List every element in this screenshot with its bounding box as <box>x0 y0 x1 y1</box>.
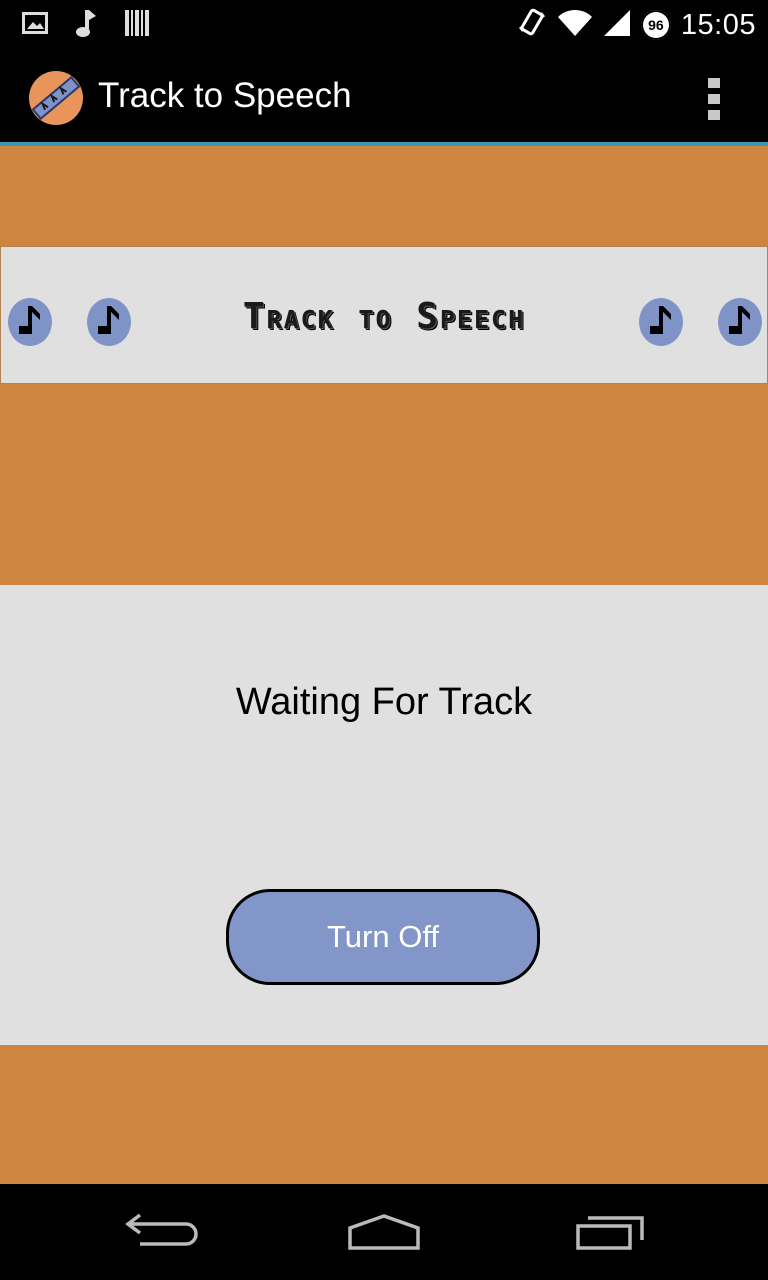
music-note-icon <box>8 298 52 346</box>
back-icon[interactable] <box>120 1212 200 1252</box>
signal-icon <box>603 8 631 43</box>
music-note-icon <box>639 298 683 346</box>
banner: Track to Speech <box>0 246 768 384</box>
action-bar: Track to Speech <box>0 50 768 146</box>
clock: 15:05 <box>680 8 756 41</box>
app-logo-icon[interactable] <box>28 70 84 126</box>
music-note-icon <box>87 298 131 346</box>
status-bar: 96 15:05 <box>0 0 768 50</box>
image-icon <box>22 11 48 40</box>
overflow-menu-icon[interactable] <box>708 78 722 120</box>
app-title: Track to Speech <box>98 76 352 115</box>
music-note-icon <box>718 298 762 346</box>
barcode-icon <box>124 8 150 43</box>
banner-title: Track to Speech <box>242 296 526 337</box>
status-text: Waiting For Track <box>235 681 533 723</box>
system-icons: 96 15:05 <box>517 8 756 42</box>
wifi-icon <box>557 8 593 43</box>
music-note-icon <box>74 8 98 43</box>
turn-off-button[interactable]: Turn Off <box>226 889 540 985</box>
notification-icons <box>22 8 150 43</box>
recents-icon[interactable] <box>570 1212 650 1252</box>
home-icon[interactable] <box>344 1212 424 1252</box>
vibrate-icon <box>517 7 547 44</box>
content-panel: Waiting For Track Turn Off <box>0 585 768 1045</box>
navigation-bar <box>0 1184 768 1280</box>
battery-icon: 96 <box>640 10 671 40</box>
